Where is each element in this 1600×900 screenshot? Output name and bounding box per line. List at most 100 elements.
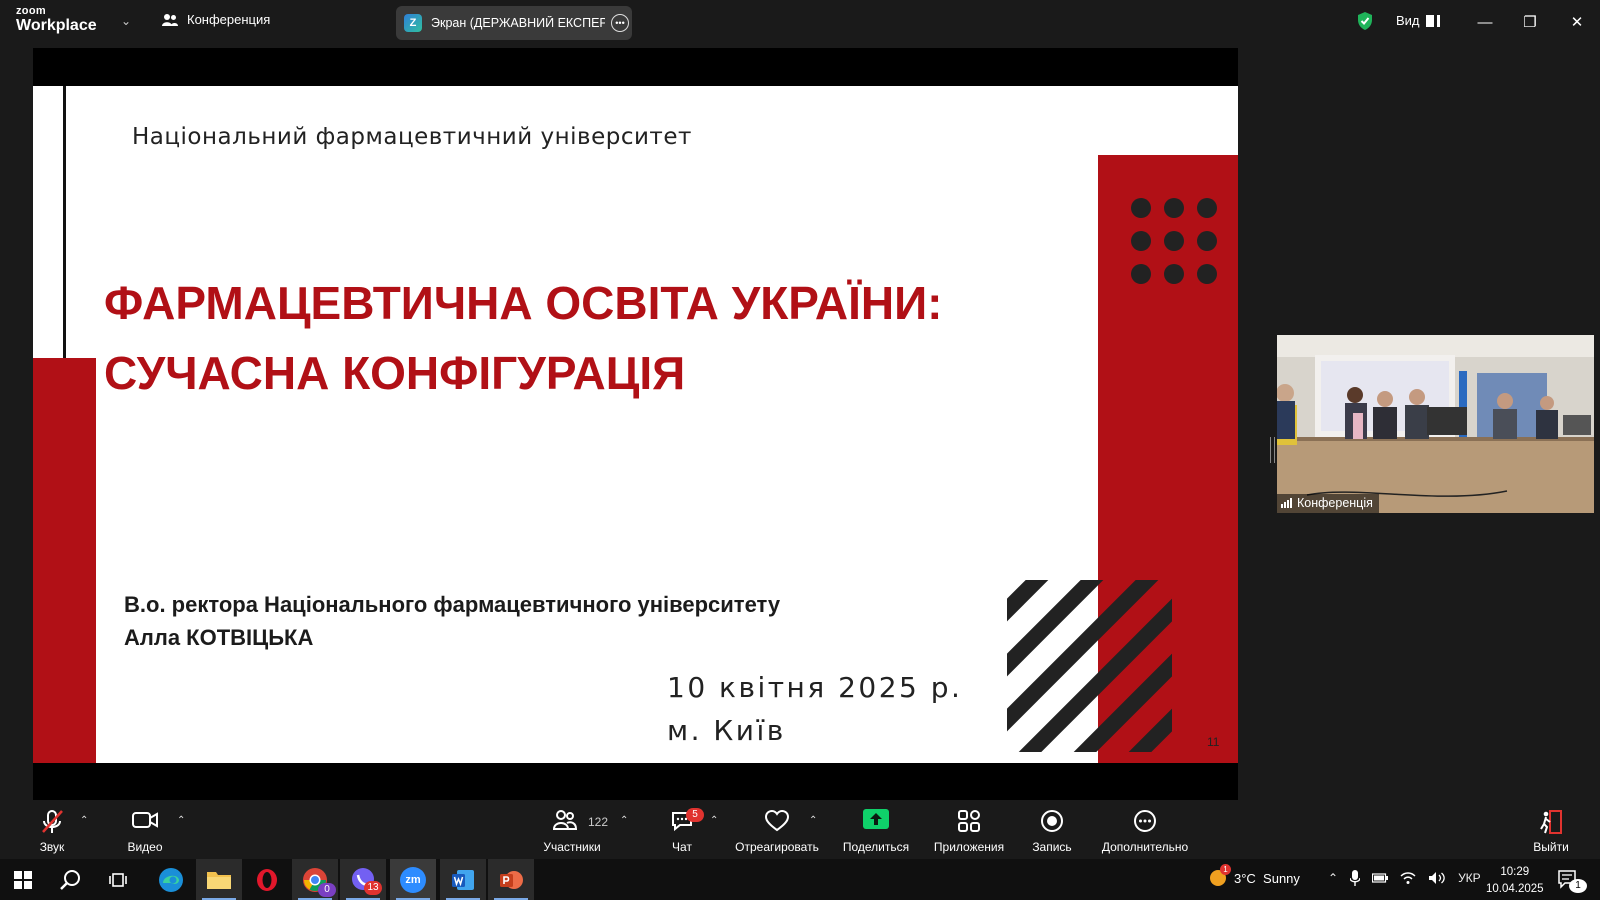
record-icon	[1041, 810, 1063, 832]
volume-icon[interactable]	[1428, 871, 1446, 885]
apps-icon	[958, 810, 980, 832]
task-view-icon	[109, 872, 127, 887]
leave-meeting-button[interactable]: Выйти	[1524, 801, 1578, 859]
notification-count: 1	[1569, 879, 1587, 893]
opera-icon	[257, 868, 277, 891]
taskbar-zoom[interactable]: zm	[390, 859, 436, 900]
windows-taskbar: 0 13 zm 1 3°C Sunny ⌃ УКР 10:29 10.04.20…	[0, 859, 1600, 900]
taskbar-chrome[interactable]: 0	[292, 859, 338, 900]
chevron-down-icon[interactable]: ⌄	[121, 14, 131, 28]
restore-button[interactable]: ❐	[1515, 8, 1545, 36]
close-button[interactable]: ✕	[1562, 8, 1592, 36]
search-button[interactable]	[48, 859, 94, 900]
speaker-name: Алла КОТВІЦЬКА	[124, 625, 314, 650]
leave-label: Выйти	[1533, 840, 1569, 854]
notification-center-button[interactable]: 1	[1558, 869, 1587, 894]
participants-label: Участники	[543, 840, 601, 854]
audio-button[interactable]: Звук	[22, 801, 82, 859]
video-options-caret-icon[interactable]: ⌃	[177, 815, 185, 826]
more-label: Дополнительно	[1101, 840, 1189, 854]
taskbar-word[interactable]	[440, 859, 486, 900]
start-button[interactable]	[0, 859, 46, 900]
slide-page-number: 11	[1207, 735, 1220, 749]
participants-button[interactable]: Участники	[535, 801, 609, 859]
more-button[interactable]: Дополнительно	[1096, 801, 1194, 859]
chat-unread-badge: 5	[686, 808, 704, 822]
taskbar-viber[interactable]: 13	[340, 859, 386, 900]
video-label: Видео	[127, 840, 163, 854]
taskbar-opera[interactable]	[244, 859, 290, 900]
panel-resize-handle[interactable]	[1270, 437, 1275, 463]
powerpoint-icon	[500, 870, 523, 889]
share-screen-label: Поделиться	[842, 840, 910, 854]
battery-icon[interactable]	[1372, 872, 1389, 884]
conference-room-image	[1277, 335, 1594, 513]
people-icon	[162, 13, 178, 26]
taskbar-powerpoint[interactable]	[488, 859, 534, 900]
minimize-button[interactable]: —	[1470, 8, 1500, 36]
chrome-profile-badge: 0	[318, 883, 336, 897]
windows-logo-icon	[14, 870, 32, 889]
taskbar-file-explorer[interactable]	[196, 859, 242, 900]
slide-city: м. Київ	[667, 714, 786, 747]
shared-screen-label: Экран (ДЕРЖАВНИЙ ЕКСПЕРТН	[431, 16, 605, 30]
viber-unread-badge: 13	[364, 881, 382, 895]
video-button[interactable]: Видео	[115, 801, 175, 859]
zoom-title-bar: zoom Workplace ⌄ Конференция Z Экран (ДЕ…	[0, 0, 1600, 44]
logo-text: Workplace	[16, 17, 97, 34]
view-menu-button[interactable]: Вид	[1396, 13, 1437, 28]
slide-dots-decor	[1131, 198, 1217, 284]
clock[interactable]: 10:29 10.04.2025	[1486, 864, 1544, 898]
react-button[interactable]: Отреагировать	[730, 801, 824, 859]
weather-sun-icon: 1	[1210, 864, 1231, 886]
audio-label: Звук	[39, 840, 65, 854]
clock-time: 10:29	[1500, 866, 1530, 878]
apps-button[interactable]: Приложения	[926, 801, 1012, 859]
participants-icon	[552, 810, 577, 830]
share-screen-icon	[863, 809, 889, 829]
slide-date-place: 10 квітня 2025 р. м. Київ	[667, 666, 962, 752]
more-options-icon[interactable]: •••	[611, 14, 629, 32]
security-shield-icon[interactable]	[1356, 11, 1374, 31]
chat-label: Чат	[672, 840, 692, 854]
participants-options-caret-icon[interactable]: ⌃	[620, 815, 628, 826]
react-options-caret-icon[interactable]: ⌃	[809, 815, 817, 826]
weather-widget[interactable]: 1 3°C Sunny	[1210, 864, 1300, 886]
record-label: Запись	[1032, 840, 1072, 854]
word-icon	[452, 869, 474, 890]
share-screen-button[interactable]: Поделиться	[836, 801, 916, 859]
wifi-icon[interactable]	[1400, 871, 1416, 885]
slide-university: Національний фармацевтичний університет	[132, 124, 692, 150]
input-language[interactable]: УКР	[1458, 871, 1481, 885]
taskbar-edge[interactable]	[148, 859, 194, 900]
task-view-button[interactable]	[96, 859, 142, 900]
folder-icon	[207, 871, 231, 889]
apps-label: Приложения	[933, 840, 1005, 854]
chat-options-caret-icon[interactable]: ⌃	[710, 815, 718, 826]
slide-title-line2: СУЧАСНА КОНФІГУРАЦІЯ	[104, 347, 686, 399]
react-label: Отреагировать	[735, 840, 819, 854]
participant-video[interactable]: Конференція	[1277, 335, 1594, 513]
leave-door-icon	[1540, 810, 1562, 834]
presentation-slide: Національний фармацевтичний університет …	[33, 86, 1238, 763]
participant-name-label: Конференція	[1277, 494, 1379, 513]
zoom-workplace-logo[interactable]: zoom Workplace	[16, 6, 97, 34]
meeting-title: Конференция	[187, 12, 271, 27]
shared-app-icon: Z	[404, 14, 422, 32]
slide-decor-left-bar	[33, 358, 96, 763]
meeting-info-button[interactable]: Конференция	[162, 12, 270, 27]
slide-title-line1: ФАРМАЦЕВТИЧНА ОСВІТА УКРАЇНИ:	[104, 277, 943, 329]
edge-browser-icon	[159, 867, 183, 892]
microphone-icon[interactable]	[1350, 870, 1361, 886]
chat-button[interactable]: 5 Чат	[652, 801, 712, 859]
slide-decor-line	[63, 86, 66, 358]
zoom-app-icon: zm	[400, 866, 426, 893]
audio-options-caret-icon[interactable]: ⌃	[80, 815, 88, 826]
record-button[interactable]: Запись	[1022, 801, 1082, 859]
tray-overflow-chevron-icon[interactable]: ⌃	[1328, 871, 1338, 885]
logo-small-text: zoom	[16, 5, 46, 17]
microphone-muted-icon	[42, 810, 63, 833]
shared-screen-tab[interactable]: Z Экран (ДЕРЖАВНИЙ ЕКСПЕРТН •••	[396, 6, 632, 40]
search-icon	[60, 869, 80, 890]
view-layout-icon	[1425, 14, 1437, 27]
